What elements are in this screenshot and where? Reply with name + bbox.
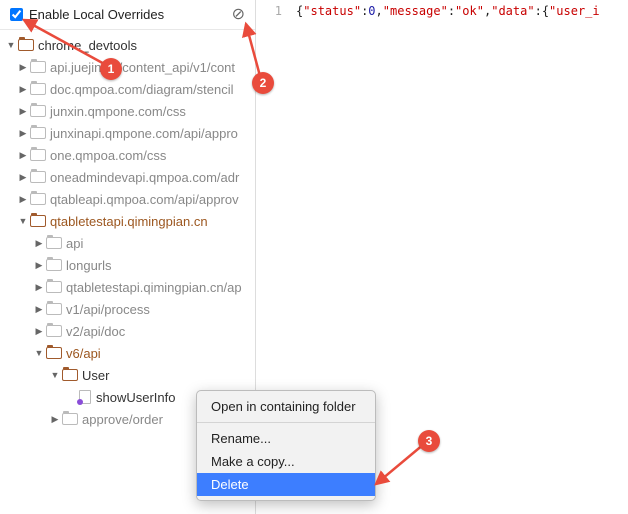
folder-icon bbox=[46, 259, 62, 271]
line-number: 1 bbox=[275, 4, 282, 18]
tree-node-label: qtableapi.qmpoa.com/api/approv bbox=[50, 192, 239, 207]
file-icon bbox=[79, 390, 91, 404]
tree-node-label: qtabletestapi.qimingpian.cn/ap bbox=[66, 280, 242, 295]
folder-icon bbox=[46, 237, 62, 249]
menu-separator bbox=[197, 422, 375, 423]
menu-make-copy[interactable]: Make a copy... bbox=[197, 450, 375, 473]
callout-3: 3 bbox=[418, 430, 440, 452]
folder-icon bbox=[30, 61, 46, 73]
callout-label: 3 bbox=[426, 434, 433, 448]
chevron-right-icon[interactable] bbox=[34, 238, 44, 249]
menu-rename[interactable]: Rename... bbox=[197, 427, 375, 450]
tree-node[interactable]: one.qmpoa.com/css bbox=[0, 144, 255, 166]
tree-node-label: chrome_devtools bbox=[38, 38, 137, 53]
callout-1: 1 bbox=[100, 58, 122, 80]
chevron-down-icon[interactable] bbox=[18, 216, 28, 227]
chevron-right-icon[interactable] bbox=[34, 326, 44, 337]
tree-node-label: oneadmindevapi.qmpoa.com/adr bbox=[50, 170, 239, 185]
callout-label: 2 bbox=[260, 76, 267, 90]
tree-node[interactable]: junxin.qmpone.com/css bbox=[0, 100, 255, 122]
folder-icon bbox=[30, 193, 46, 205]
tree-node[interactable]: api.juejin.cn/content_api/v1/cont bbox=[0, 56, 255, 78]
chevron-right-icon[interactable] bbox=[34, 282, 44, 293]
folder-icon bbox=[30, 171, 46, 183]
folder-icon bbox=[30, 105, 46, 117]
tree-node[interactable]: longurls bbox=[0, 254, 255, 276]
file-tree: chrome_devtools api.juejin.cn/content_ap… bbox=[0, 30, 255, 434]
tree-node[interactable]: oneadmindevapi.qmpoa.com/adr bbox=[0, 166, 255, 188]
tree-node[interactable]: api bbox=[0, 232, 255, 254]
chevron-down-icon[interactable] bbox=[6, 40, 16, 51]
folder-icon bbox=[30, 149, 46, 161]
folder-icon bbox=[46, 303, 62, 315]
tree-node[interactable]: qtabletestapi.qimingpian.cn/ap bbox=[0, 276, 255, 298]
chevron-right-icon[interactable] bbox=[18, 62, 28, 73]
folder-icon bbox=[62, 413, 78, 425]
chevron-right-icon[interactable] bbox=[18, 172, 28, 183]
tree-node-label: User bbox=[82, 368, 109, 383]
chevron-right-icon[interactable] bbox=[50, 414, 60, 425]
tree-node[interactable]: qtableapi.qmpoa.com/api/approv bbox=[0, 188, 255, 210]
overrides-toolbar: Enable Local Overrides ⊘ bbox=[0, 0, 255, 30]
tree-node[interactable]: doc.qmpoa.com/diagram/stencil bbox=[0, 78, 255, 100]
folder-icon bbox=[30, 83, 46, 95]
tree-node[interactable]: junxinapi.qmpone.com/api/appro bbox=[0, 122, 255, 144]
menu-delete[interactable]: Delete bbox=[197, 473, 375, 496]
tree-node-label: junxin.qmpone.com/css bbox=[50, 104, 186, 119]
tree-node-label: showUserInfo bbox=[96, 390, 175, 405]
folder-icon bbox=[30, 127, 46, 139]
enable-overrides-label: Enable Local Overrides bbox=[29, 7, 228, 22]
tree-node-label: v6/api bbox=[66, 346, 101, 361]
folder-icon bbox=[46, 347, 62, 359]
enable-overrides-checkbox[interactable] bbox=[10, 8, 23, 21]
callout-label: 1 bbox=[108, 62, 115, 76]
chevron-right-icon[interactable] bbox=[18, 106, 28, 117]
tree-node-label: junxinapi.qmpone.com/api/appro bbox=[50, 126, 238, 141]
folder-icon bbox=[18, 39, 34, 51]
chevron-right-icon[interactable] bbox=[18, 84, 28, 95]
tree-node-label: api bbox=[66, 236, 83, 251]
tree-node-label: v2/api/doc bbox=[66, 324, 125, 339]
tree-node-v6[interactable]: v6/api bbox=[0, 342, 255, 364]
chevron-right-icon[interactable] bbox=[18, 128, 28, 139]
folder-icon bbox=[62, 369, 78, 381]
chevron-down-icon[interactable] bbox=[34, 348, 44, 359]
tree-node[interactable]: v2/api/doc bbox=[0, 320, 255, 342]
folder-icon bbox=[46, 325, 62, 337]
folder-icon bbox=[30, 215, 46, 227]
tree-node-active[interactable]: qtabletestapi.qimingpian.cn bbox=[0, 210, 255, 232]
callout-2: 2 bbox=[252, 72, 274, 94]
tree-node-user[interactable]: User bbox=[0, 364, 255, 386]
chevron-right-icon[interactable] bbox=[34, 304, 44, 315]
tree-node-label: qtabletestapi.qimingpian.cn bbox=[50, 214, 208, 229]
tree-node-label: doc.qmpoa.com/diagram/stencil bbox=[50, 82, 234, 97]
context-menu: Open in containing folder Rename... Make… bbox=[196, 390, 376, 501]
clear-icon[interactable]: ⊘ bbox=[228, 7, 249, 23]
tree-node-label: one.qmpoa.com/css bbox=[50, 148, 166, 163]
chevron-right-icon[interactable] bbox=[18, 150, 28, 161]
tree-node-label: v1/api/process bbox=[66, 302, 150, 317]
chevron-right-icon[interactable] bbox=[34, 260, 44, 271]
tree-node-label: api.juejin.cn/content_api/v1/cont bbox=[50, 60, 235, 75]
tree-node-label: approve/order bbox=[82, 412, 163, 427]
menu-open-folder[interactable]: Open in containing folder bbox=[197, 395, 375, 418]
tree-node-label: longurls bbox=[66, 258, 112, 273]
chevron-right-icon[interactable] bbox=[18, 194, 28, 205]
chevron-down-icon[interactable] bbox=[50, 370, 60, 381]
tree-node[interactable]: v1/api/process bbox=[0, 298, 255, 320]
folder-icon bbox=[46, 281, 62, 293]
tree-root[interactable]: chrome_devtools bbox=[0, 34, 255, 56]
